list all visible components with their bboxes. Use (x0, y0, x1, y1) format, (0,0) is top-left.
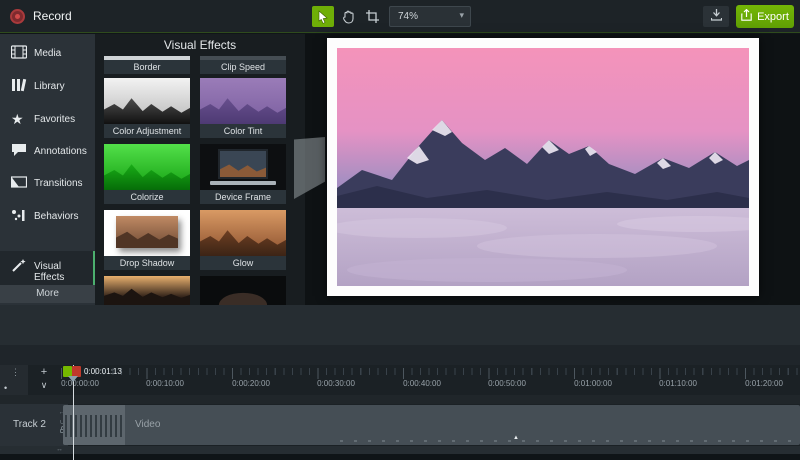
ruler-label: 0:00:30:00 (317, 379, 355, 388)
sidebar-item-library[interactable]: Library (0, 71, 95, 101)
pan-tool-button[interactable] (337, 6, 359, 27)
effect-label[interactable]: Glow (200, 256, 286, 270)
visual-effects-panel: Visual Effects Border Clip Speed Color A… (95, 34, 305, 305)
track-row-1-partial[interactable]: ↔ (0, 446, 800, 454)
sidebar-item-label: Annotations (34, 146, 87, 157)
effect-label-border[interactable]: Border (104, 60, 190, 74)
ruler-label: 0:01:20:00 (745, 379, 783, 388)
effect-thumbnail-glow[interactable] (200, 210, 286, 256)
effect-label[interactable]: Drop Shadow (104, 256, 190, 270)
export-button[interactable]: Export (736, 5, 794, 28)
crop-tool-button[interactable] (361, 6, 383, 27)
sidebar-item-label: Library (34, 81, 65, 92)
effect-thumbnail-color-tint[interactable] (200, 78, 286, 124)
transitions-icon (10, 175, 28, 191)
effect-label-clip-speed[interactable]: Clip Speed (200, 60, 286, 74)
video-clip[interactable]: Video ▲ (63, 405, 800, 445)
track-resize-icon: ↔ (56, 446, 63, 453)
effect-thumbnail-drop-shadow[interactable] (104, 210, 190, 256)
shadowed-photo (116, 216, 178, 248)
ruler-label: 0:01:10:00 (659, 379, 697, 388)
sidebar-item-favorites[interactable]: ★ Favorites (0, 104, 95, 134)
media-icon (10, 45, 28, 61)
keyframe-marker-icon[interactable]: ▲ (513, 435, 519, 441)
playhead-time: 0:00:01:13 (84, 367, 122, 376)
timeline: ⋮ • + ∨ 0:00:00:00 0:00:10:00 0:00:20:00… (0, 365, 800, 460)
behaviors-icon (11, 208, 27, 224)
clip-label: Video (135, 419, 161, 430)
ruler-label: 0:01:00:00 (574, 379, 612, 388)
timeline-gutter: ⋮ • (0, 365, 28, 395)
download-button[interactable] (703, 6, 729, 27)
sidebar-item-visual-effects[interactable]: Visual Effects (0, 251, 95, 285)
effect-thumbnail-colorize[interactable] (104, 144, 190, 190)
record-button[interactable]: Record (33, 9, 72, 23)
drag-handle-icon[interactable]: ⋮ (11, 367, 20, 378)
share-icon (741, 8, 752, 24)
star-icon: ★ (11, 111, 24, 127)
timeline-bottom-edge (0, 454, 800, 460)
canvas-zoom-dropdown[interactable]: 74% ▾ (389, 6, 471, 27)
effect-label[interactable]: Device Frame (200, 190, 286, 204)
playback-bar: ◀ ▶ ▶ ‹ › 00:01 / 01:46 30 fps ⚙ Propert… (0, 305, 800, 345)
preview-image-frame[interactable] (327, 38, 759, 296)
effect-thumbnail-partial[interactable] (200, 276, 286, 305)
device-base (210, 181, 276, 185)
panel-title: Visual Effects (163, 38, 237, 52)
top-toolbar: Record 74% ▾ Export (0, 0, 800, 33)
magic-wand-icon (11, 258, 27, 274)
timeline-toolbar: ↶ ↷ ✂ − + (0, 345, 800, 365)
ruler-label: 0:00:40:00 (403, 379, 441, 388)
chevron-down-icon: ▾ (459, 10, 464, 20)
ruler-label: 0:00:50:00 (488, 379, 526, 388)
ruler-label: 0:00:00:00 (61, 379, 99, 388)
gutter-dot-icon: • (4, 383, 8, 393)
sidebar-item-media[interactable]: Media (0, 38, 95, 68)
sidebar-item-annotations[interactable]: Annotations (0, 136, 95, 166)
download-icon (710, 8, 722, 26)
cursor-tool-button[interactable] (312, 6, 334, 27)
export-label: Export (757, 10, 789, 23)
library-icon (11, 78, 27, 94)
record-icon (10, 9, 25, 24)
app-window: Record 74% ▾ Export Media Library ★ Favo… (0, 0, 800, 460)
sidebar-item-label: Visual Effects (34, 261, 65, 283)
add-track-button[interactable]: + (36, 366, 52, 379)
device-screen (218, 149, 268, 179)
hand-icon (342, 10, 355, 24)
track-spacer (0, 395, 800, 404)
sidebar-item-label: Behaviors (34, 211, 79, 222)
effect-thumbnail-color-adjustment[interactable] (104, 78, 190, 124)
speech-bubble-icon (11, 143, 27, 159)
canvas-zoom-value: 74% (398, 11, 419, 22)
preview-image (337, 48, 749, 286)
sidebar-item-label: Transitions (34, 178, 83, 189)
sidebar-more-button[interactable]: More (0, 285, 95, 303)
effect-label[interactable]: Colorize (104, 190, 190, 204)
track-row-2: Track 2 ↔ ∪ Video ▲ (0, 404, 800, 446)
sidebar-item-label: Favorites (34, 114, 76, 125)
ruler-major-ticks (61, 368, 800, 379)
sidebar-item-behaviors[interactable]: Behaviors (0, 201, 95, 231)
clip-keyframe-marks (340, 440, 795, 442)
sidebar: Media Library ★ Favorites Annotations Tr… (0, 34, 95, 305)
effect-thumbnail-device-frame[interactable] (200, 144, 286, 190)
effect-label[interactable]: Color Tint (200, 124, 286, 138)
ruler-label: 0:00:20:00 (232, 379, 270, 388)
timeline-ruler[interactable]: 0:00:00:00 0:00:10:00 0:00:20:00 0:00:30… (58, 365, 800, 395)
cursor-icon (317, 9, 329, 24)
sidebar-item-label: Media (34, 48, 62, 59)
ruler-label: 0:00:10:00 (146, 379, 184, 388)
effect-thumbnail-partial[interactable] (104, 276, 190, 305)
collapse-tracks-button[interactable]: ∨ (36, 379, 52, 392)
playhead-head[interactable] (68, 376, 78, 387)
crop-icon (365, 10, 379, 23)
sidebar-item-transitions[interactable]: Transitions (0, 168, 95, 198)
track2-label: Track 2 (13, 419, 46, 430)
effect-label[interactable]: Color Adjustment (104, 124, 190, 138)
